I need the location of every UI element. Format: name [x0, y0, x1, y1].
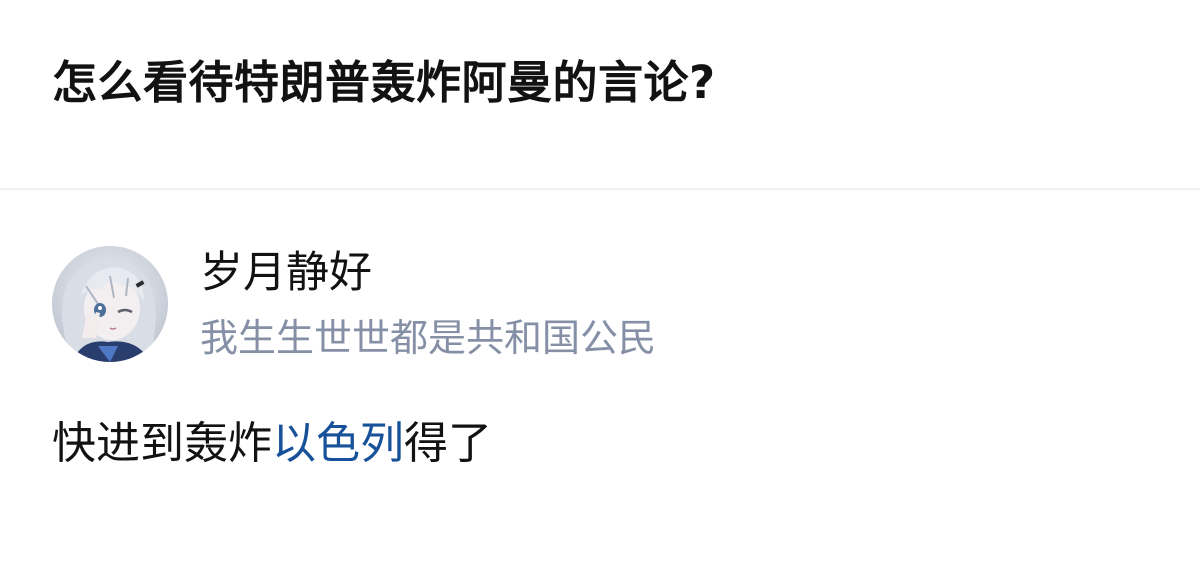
answer-page: 怎么看待特朗普轰炸阿曼的言论? 岁月静好 我生生世世都是共和国公民 快进到轰炸以… — [0, 0, 1200, 588]
answer-text-after: 得了 — [404, 418, 492, 469]
question-title[interactable]: 怎么看待特朗普轰炸阿曼的言论? — [52, 56, 716, 110]
author-info: 岁月静好 我生生世世都是共和国公民 — [52, 246, 952, 364]
question-header: 怎么看待特朗普轰炸阿曼的言论? — [0, 0, 1200, 190]
answer-text-before: 快进到轰炸 — [52, 418, 272, 469]
avatar[interactable] — [52, 246, 168, 362]
anime-avatar-icon — [52, 246, 168, 362]
author-name[interactable]: 岁月静好 — [200, 248, 372, 300]
answer-topic-link[interactable]: 以色列 — [272, 418, 404, 469]
answer-content: 快进到轰炸以色列得了 — [52, 418, 492, 471]
author-headline: 我生生世世都是共和国公民 — [200, 316, 657, 360]
